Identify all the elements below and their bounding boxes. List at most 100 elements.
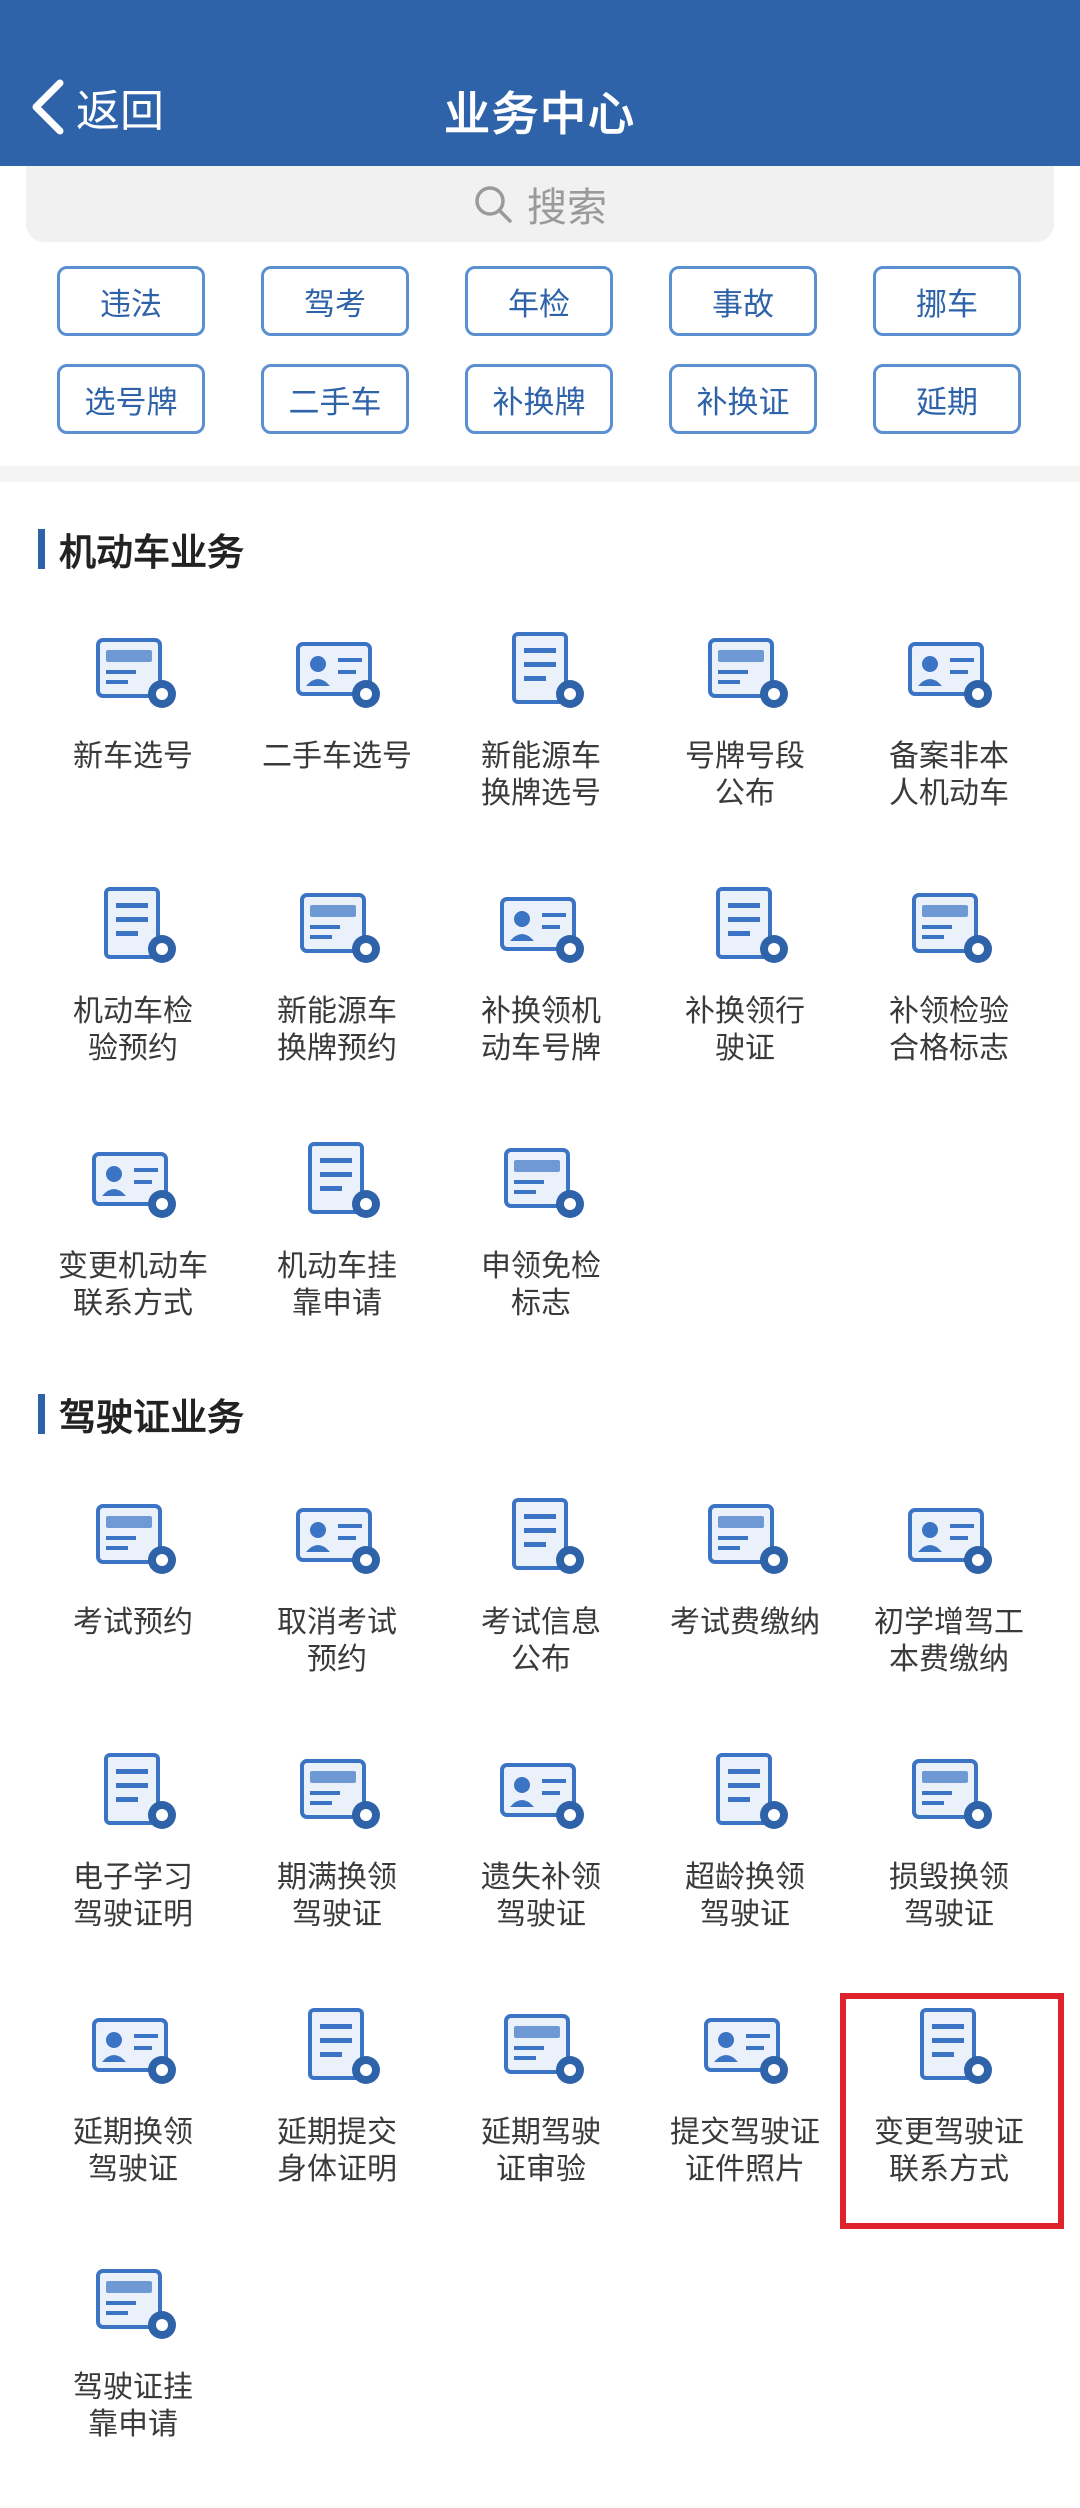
service-label: 延期提交 身体证明 <box>277 2115 397 2187</box>
service-item[interactable]: 期满换领 驾驶证 <box>235 1743 439 1998</box>
section-title-vehicle: 机动车业务 <box>38 526 244 574</box>
lost-replace-icon <box>486 1743 596 1847</box>
service-label: 变更机动车 联系方式 <box>58 1249 208 1321</box>
service-item[interactable]: 考试预约 <box>31 1488 235 1743</box>
service-item[interactable]: 申领免检 标志 <box>439 1132 643 1387</box>
quick-tag[interactable]: 延期 <box>873 364 1021 434</box>
page-title: 业务中心 <box>444 87 636 141</box>
service-item[interactable]: 超龄换领 驾驶证 <box>643 1743 847 1998</box>
license-affiliation-icon <box>78 2253 188 2357</box>
service-item[interactable]: 机动车检 验预约 <box>31 877 235 1132</box>
vehicle-contact-icon <box>78 1132 188 1236</box>
service-item[interactable]: 驾驶证挂 靠申请 <box>31 2253 235 2508</box>
damaged-renew-icon <box>894 1743 1004 1847</box>
service-item[interactable]: 延期驾驶 证审验 <box>439 1998 643 2253</box>
service-label: 取消考试 预约 <box>277 1605 397 1677</box>
service-item[interactable]: 号牌号段 公布 <box>643 622 847 877</box>
service-label: 损毁换领 驾驶证 <box>889 1860 1009 1932</box>
cost-fee-icon <box>894 1488 1004 1592</box>
service-label: 补换领机 动车号牌 <box>481 994 601 1066</box>
license-contact-icon <box>894 1998 1004 2102</box>
service-label: 延期驾驶 证审验 <box>481 2115 601 2187</box>
service-label: 补换领行 驶证 <box>685 994 805 1066</box>
plate-replace-icon <box>486 877 596 981</box>
quick-tag[interactable]: 挪车 <box>873 266 1021 336</box>
service-item[interactable]: 新能源车 换牌预约 <box>235 877 439 1132</box>
top-bar: 返回 业务中心 <box>0 0 1080 166</box>
service-item[interactable]: 考试费缴纳 <box>643 1488 847 1743</box>
service-item[interactable]: 取消考试 预约 <box>235 1488 439 1743</box>
service-label: 遗失补领 驾驶证 <box>481 1860 601 1932</box>
filing-icon <box>894 622 1004 726</box>
exam-fee-icon <box>690 1488 800 1592</box>
service-item[interactable]: 二手车选号 <box>235 622 439 877</box>
search-bar[interactable]: 搜索 <box>26 166 1054 242</box>
overage-renew-icon <box>690 1743 800 1847</box>
section-divider <box>0 466 1080 482</box>
service-item[interactable]: 变更驾驶证 联系方式 <box>847 1998 1051 2253</box>
deferred-review-icon <box>486 1998 596 2102</box>
quick-tag[interactable]: 驾考 <box>261 266 409 336</box>
quick-tag[interactable]: 补换牌 <box>465 364 613 434</box>
service-label: 期满换领 驾驶证 <box>277 1860 397 1932</box>
section-title-text: 机动车业务 <box>59 531 244 574</box>
service-item[interactable]: 补换领行 驶证 <box>643 877 847 1132</box>
exam-booking-icon <box>78 1488 188 1592</box>
quick-tag-grid: 违法 驾考 年检 事故 挪车选号牌 二手车 补换牌 补换证 延期 <box>57 266 1025 434</box>
service-label: 考试费缴纳 <box>670 1605 820 1640</box>
section-title-license: 驾驶证业务 <box>38 1391 244 1439</box>
service-item[interactable]: 损毁换领 驾驶证 <box>847 1743 1051 1998</box>
service-label: 备案非本 人机动车 <box>889 739 1009 811</box>
search-placeholder: 搜索 <box>527 185 607 231</box>
quick-tag[interactable]: 事故 <box>669 266 817 336</box>
plate-announce-icon <box>690 622 800 726</box>
service-item[interactable]: 机动车挂 靠申请 <box>235 1132 439 1387</box>
service-item[interactable]: 延期换领 驾驶证 <box>31 1998 235 2253</box>
service-item[interactable]: 延期提交 身体证明 <box>235 1998 439 2253</box>
plate-select-icon <box>78 622 188 726</box>
cancel-exam-icon <box>282 1488 392 1592</box>
quick-tag[interactable]: 违法 <box>57 266 205 336</box>
vehicle-services-grid: 新车选号 二手车选号 新能源车 换牌选号 号牌号段 公布 备案非本 人机动车机动车检 验预约 新能… <box>31 622 1051 1387</box>
quick-tag[interactable]: 年检 <box>465 266 613 336</box>
service-label: 考试预约 <box>73 1605 193 1640</box>
service-item[interactable]: 补领检验 合格标志 <box>847 877 1051 1132</box>
service-item[interactable]: 提交驾驶证 证件照片 <box>643 1998 847 2253</box>
inspection-mark-icon <box>894 877 1004 981</box>
service-label: 延期换领 驾驶证 <box>73 2115 193 2187</box>
service-label: 提交驾驶证 证件照片 <box>670 2115 820 2187</box>
search-icon <box>475 186 512 223</box>
quick-tag[interactable]: 补换证 <box>669 364 817 434</box>
service-label: 电子学习 驾驶证明 <box>73 1860 193 1932</box>
exam-info-icon <box>486 1488 596 1592</box>
used-car-icon <box>282 622 392 726</box>
quick-tag[interactable]: 选号牌 <box>57 364 205 434</box>
service-label: 新车选号 <box>73 739 193 774</box>
quick-tag[interactable]: 二手车 <box>261 364 409 434</box>
service-label: 号牌号段 公布 <box>685 739 805 811</box>
service-item[interactable]: 补换领机 动车号牌 <box>439 877 643 1132</box>
service-item[interactable]: 遗失补领 驾驶证 <box>439 1743 643 1998</box>
service-item[interactable]: 考试信息 公布 <box>439 1488 643 1743</box>
service-label: 申领免检 标志 <box>481 1249 601 1321</box>
section-title-text: 驾驶证业务 <box>59 1396 244 1439</box>
ev-swap-icon <box>486 622 596 726</box>
service-label: 二手车选号 <box>262 739 412 774</box>
service-item[interactable]: 变更机动车 联系方式 <box>31 1132 235 1387</box>
vehicle-affiliation-icon <box>282 1132 392 1236</box>
deferred-renew-icon <box>78 1998 188 2102</box>
license-services-grid: 考试预约 取消考试 预约 考试信息 公布 考试费缴纳 初学增驾工 本费缴纳电子学习 驾驶证明 期满… <box>31 1488 1051 2508</box>
ev-plate-booking-icon <box>282 877 392 981</box>
photo-upload-icon <box>690 1998 800 2102</box>
e-learning-icon <box>78 1743 188 1847</box>
inspection-booking-icon <box>78 877 188 981</box>
service-item[interactable]: 备案非本 人机动车 <box>847 622 1051 877</box>
service-label: 新能源车 换牌预约 <box>277 994 397 1066</box>
service-item[interactable]: 新能源车 换牌选号 <box>439 622 643 877</box>
service-label: 初学增驾工 本费缴纳 <box>874 1605 1024 1677</box>
service-item[interactable]: 新车选号 <box>31 622 235 877</box>
expiry-renew-icon <box>282 1743 392 1847</box>
service-item[interactable]: 初学增驾工 本费缴纳 <box>847 1488 1051 1743</box>
service-label: 机动车检 验预约 <box>73 994 193 1066</box>
service-item[interactable]: 电子学习 驾驶证明 <box>31 1743 235 1998</box>
